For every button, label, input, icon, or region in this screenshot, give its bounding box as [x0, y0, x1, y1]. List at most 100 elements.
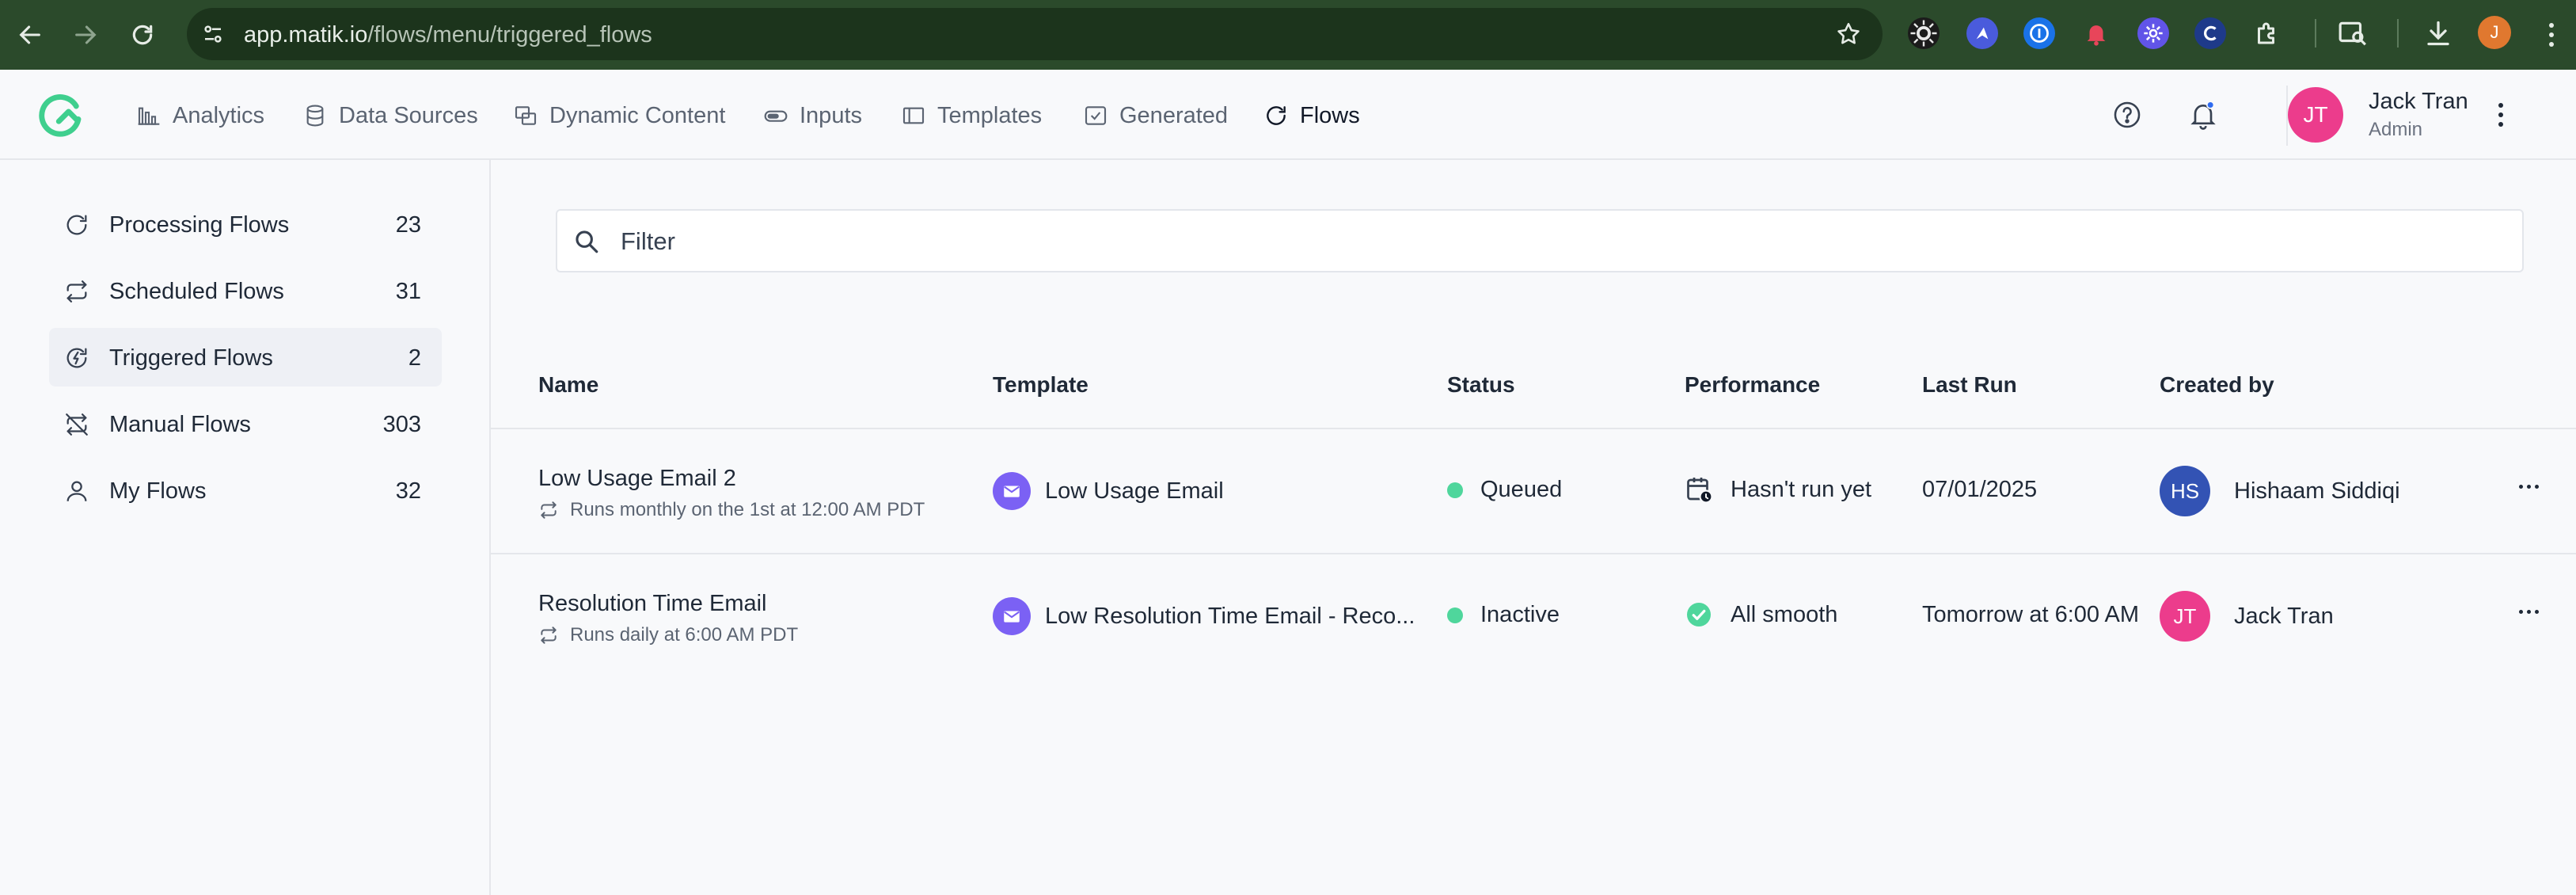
nav-flows[interactable]: Flows	[1263, 98, 1360, 133]
flow-schedule: Runs monthly on the 1st at 12:00 AM PDT	[538, 499, 925, 521]
nav-label: Analytics	[173, 102, 265, 128]
sidebar-item-label: Scheduled Flows	[109, 279, 284, 304]
extension-arrow-icon[interactable]	[1966, 17, 1998, 49]
flow-performance: All smooth	[1685, 600, 1837, 629]
flow-creator: HS Hishaam Siddiqi	[2160, 466, 2400, 516]
browser-toolbar: app.matik.io/flows/menu/triggered_flows …	[0, 0, 2576, 70]
triggered-bolt-icon	[66, 348, 87, 368]
nav-label: Inputs	[800, 102, 862, 128]
sidebar-item-count: 303	[382, 412, 421, 437]
sidebar-item-processing-flows[interactable]: Processing Flows 23	[49, 195, 442, 253]
download-icon[interactable]	[2422, 17, 2454, 49]
back-arrow-icon[interactable]	[13, 17, 47, 52]
column-header-last-run[interactable]: Last Run	[1922, 372, 2017, 398]
flow-status: Inactive	[1447, 602, 1560, 628]
template-name: Low Usage Email	[1045, 478, 1224, 504]
url-path: /flows/menu/triggered_flows	[367, 22, 652, 48]
column-header-name[interactable]: Name	[538, 372, 598, 398]
filter-input[interactable]	[621, 222, 2505, 261]
repeat-icon	[541, 501, 557, 519]
nav-inputs[interactable]: Inputs	[763, 98, 862, 133]
sidebar-item-label: My Flows	[109, 478, 207, 504]
url-host: app.matik.io	[244, 22, 368, 48]
flow-name[interactable]: Low Usage Email 2	[538, 466, 736, 492]
extension-c-icon[interactable]	[2194, 17, 2226, 49]
flow-template[interactable]: Low Usage Email	[993, 472, 1224, 510]
sidebar-item-my-flows[interactable]: My Flows 32	[49, 461, 442, 520]
extension-password-icon[interactable]	[2023, 17, 2055, 49]
nav-label: Templates	[937, 102, 1043, 128]
schedule-text: Runs daily at 6:00 AM PDT	[570, 624, 799, 646]
nav-generated[interactable]: Generated	[1083, 98, 1228, 133]
extension-bell-icon[interactable]	[2080, 17, 2112, 49]
nav-data-sources[interactable]: Data Sources	[302, 98, 478, 133]
user-menu-icon[interactable]	[2487, 95, 2514, 135]
help-icon[interactable]	[2109, 97, 2145, 133]
flow-name[interactable]: Resolution Time Email	[538, 591, 767, 617]
sidebar-item-label: Triggered Flows	[109, 345, 273, 371]
sidebar-item-count: 31	[395, 279, 421, 304]
nav-label: Generated	[1119, 102, 1229, 128]
input-toggle-icon	[764, 110, 788, 122]
row-actions-icon[interactable]	[2519, 485, 2539, 489]
repeat-icon	[541, 626, 557, 644]
row-actions-icon[interactable]	[2519, 610, 2539, 614]
column-header-template[interactable]: Template	[993, 372, 1089, 398]
extension-sun-icon[interactable]	[1908, 17, 1940, 49]
forward-arrow-icon[interactable]	[68, 17, 103, 52]
toolbar-divider	[2315, 19, 2316, 48]
flow-template[interactable]: Low Resolution Time Email - Reco...	[993, 597, 1415, 635]
email-template-icon	[993, 597, 1031, 635]
column-header-performance[interactable]: Performance	[1685, 372, 1820, 398]
creator-avatar: HS	[2160, 466, 2210, 516]
sidebar-item-triggered-flows[interactable]: Triggered Flows 2	[49, 328, 442, 387]
nav-dynamic-content[interactable]: Dynamic Content	[513, 98, 725, 133]
extensions-puzzle-icon[interactable]	[2251, 17, 2283, 49]
table-divider	[491, 553, 2576, 554]
nav-templates[interactable]: Templates	[901, 98, 1042, 133]
filter-box[interactable]	[556, 209, 2524, 272]
sidebar-item-label: Processing Flows	[109, 212, 290, 238]
creator-name: Hishaam Siddiqi	[2234, 478, 2400, 504]
check-circle-icon	[1687, 603, 1711, 626]
address-bar[interactable]: app.matik.io/flows/menu/triggered_flows	[187, 8, 1883, 60]
flow-schedule: Runs daily at 6:00 AM PDT	[538, 624, 798, 646]
flow-last-run: Tomorrow at 6:00 AM	[1922, 602, 2139, 627]
flow-last-run: 07/01/2025	[1922, 477, 2038, 502]
column-header-created-by[interactable]: Created by	[2160, 372, 2274, 398]
notification-bell-icon[interactable]	[2185, 97, 2221, 133]
performance-text: Hasn't run yet	[1731, 476, 1872, 502]
sidebar-item-count: 32	[395, 478, 421, 504]
status-dot-icon	[1447, 482, 1463, 498]
search-icon	[576, 230, 598, 253]
performance-text: All smooth	[1731, 601, 1838, 627]
status-text: Queued	[1480, 477, 1563, 502]
creator-name: Jack Tran	[2234, 603, 2334, 629]
user-name: Jack Tran	[2369, 89, 2468, 114]
database-icon	[306, 105, 324, 127]
url-text[interactable]: app.matik.io/flows/menu/triggered_flows	[244, 22, 652, 48]
browser-menu-icon[interactable]	[2540, 17, 2563, 52]
bar-chart-icon	[138, 107, 160, 125]
refresh-icon	[66, 215, 87, 235]
sidebar-item-label: Manual Flows	[109, 412, 251, 437]
site-settings-icon[interactable]	[201, 22, 225, 46]
dynamic-content-icon	[515, 106, 537, 125]
reload-icon[interactable]	[125, 17, 160, 52]
sidebar-item-scheduled-flows[interactable]: Scheduled Flows 31	[49, 261, 442, 320]
bookmark-star-icon[interactable]	[1835, 21, 1862, 48]
reading-mode-icon[interactable]	[2337, 17, 2369, 49]
table-divider	[491, 428, 2576, 429]
column-header-status[interactable]: Status	[1447, 372, 1515, 398]
sidebar-item-manual-flows[interactable]: Manual Flows 303	[49, 394, 442, 453]
user-icon	[66, 481, 87, 501]
app-header: Analytics Data Sources Dynamic Content I…	[0, 70, 2576, 160]
user-avatar[interactable]: JT	[2288, 87, 2343, 143]
nav-label: Data Sources	[339, 102, 478, 128]
repeat-off-icon	[66, 413, 88, 436]
email-template-icon	[993, 472, 1031, 510]
browser-profile-avatar[interactable]: J	[2478, 16, 2511, 49]
matik-logo-icon[interactable]	[35, 89, 87, 141]
nav-analytics[interactable]: Analytics	[136, 98, 264, 133]
extension-gear-icon[interactable]	[2137, 17, 2169, 49]
